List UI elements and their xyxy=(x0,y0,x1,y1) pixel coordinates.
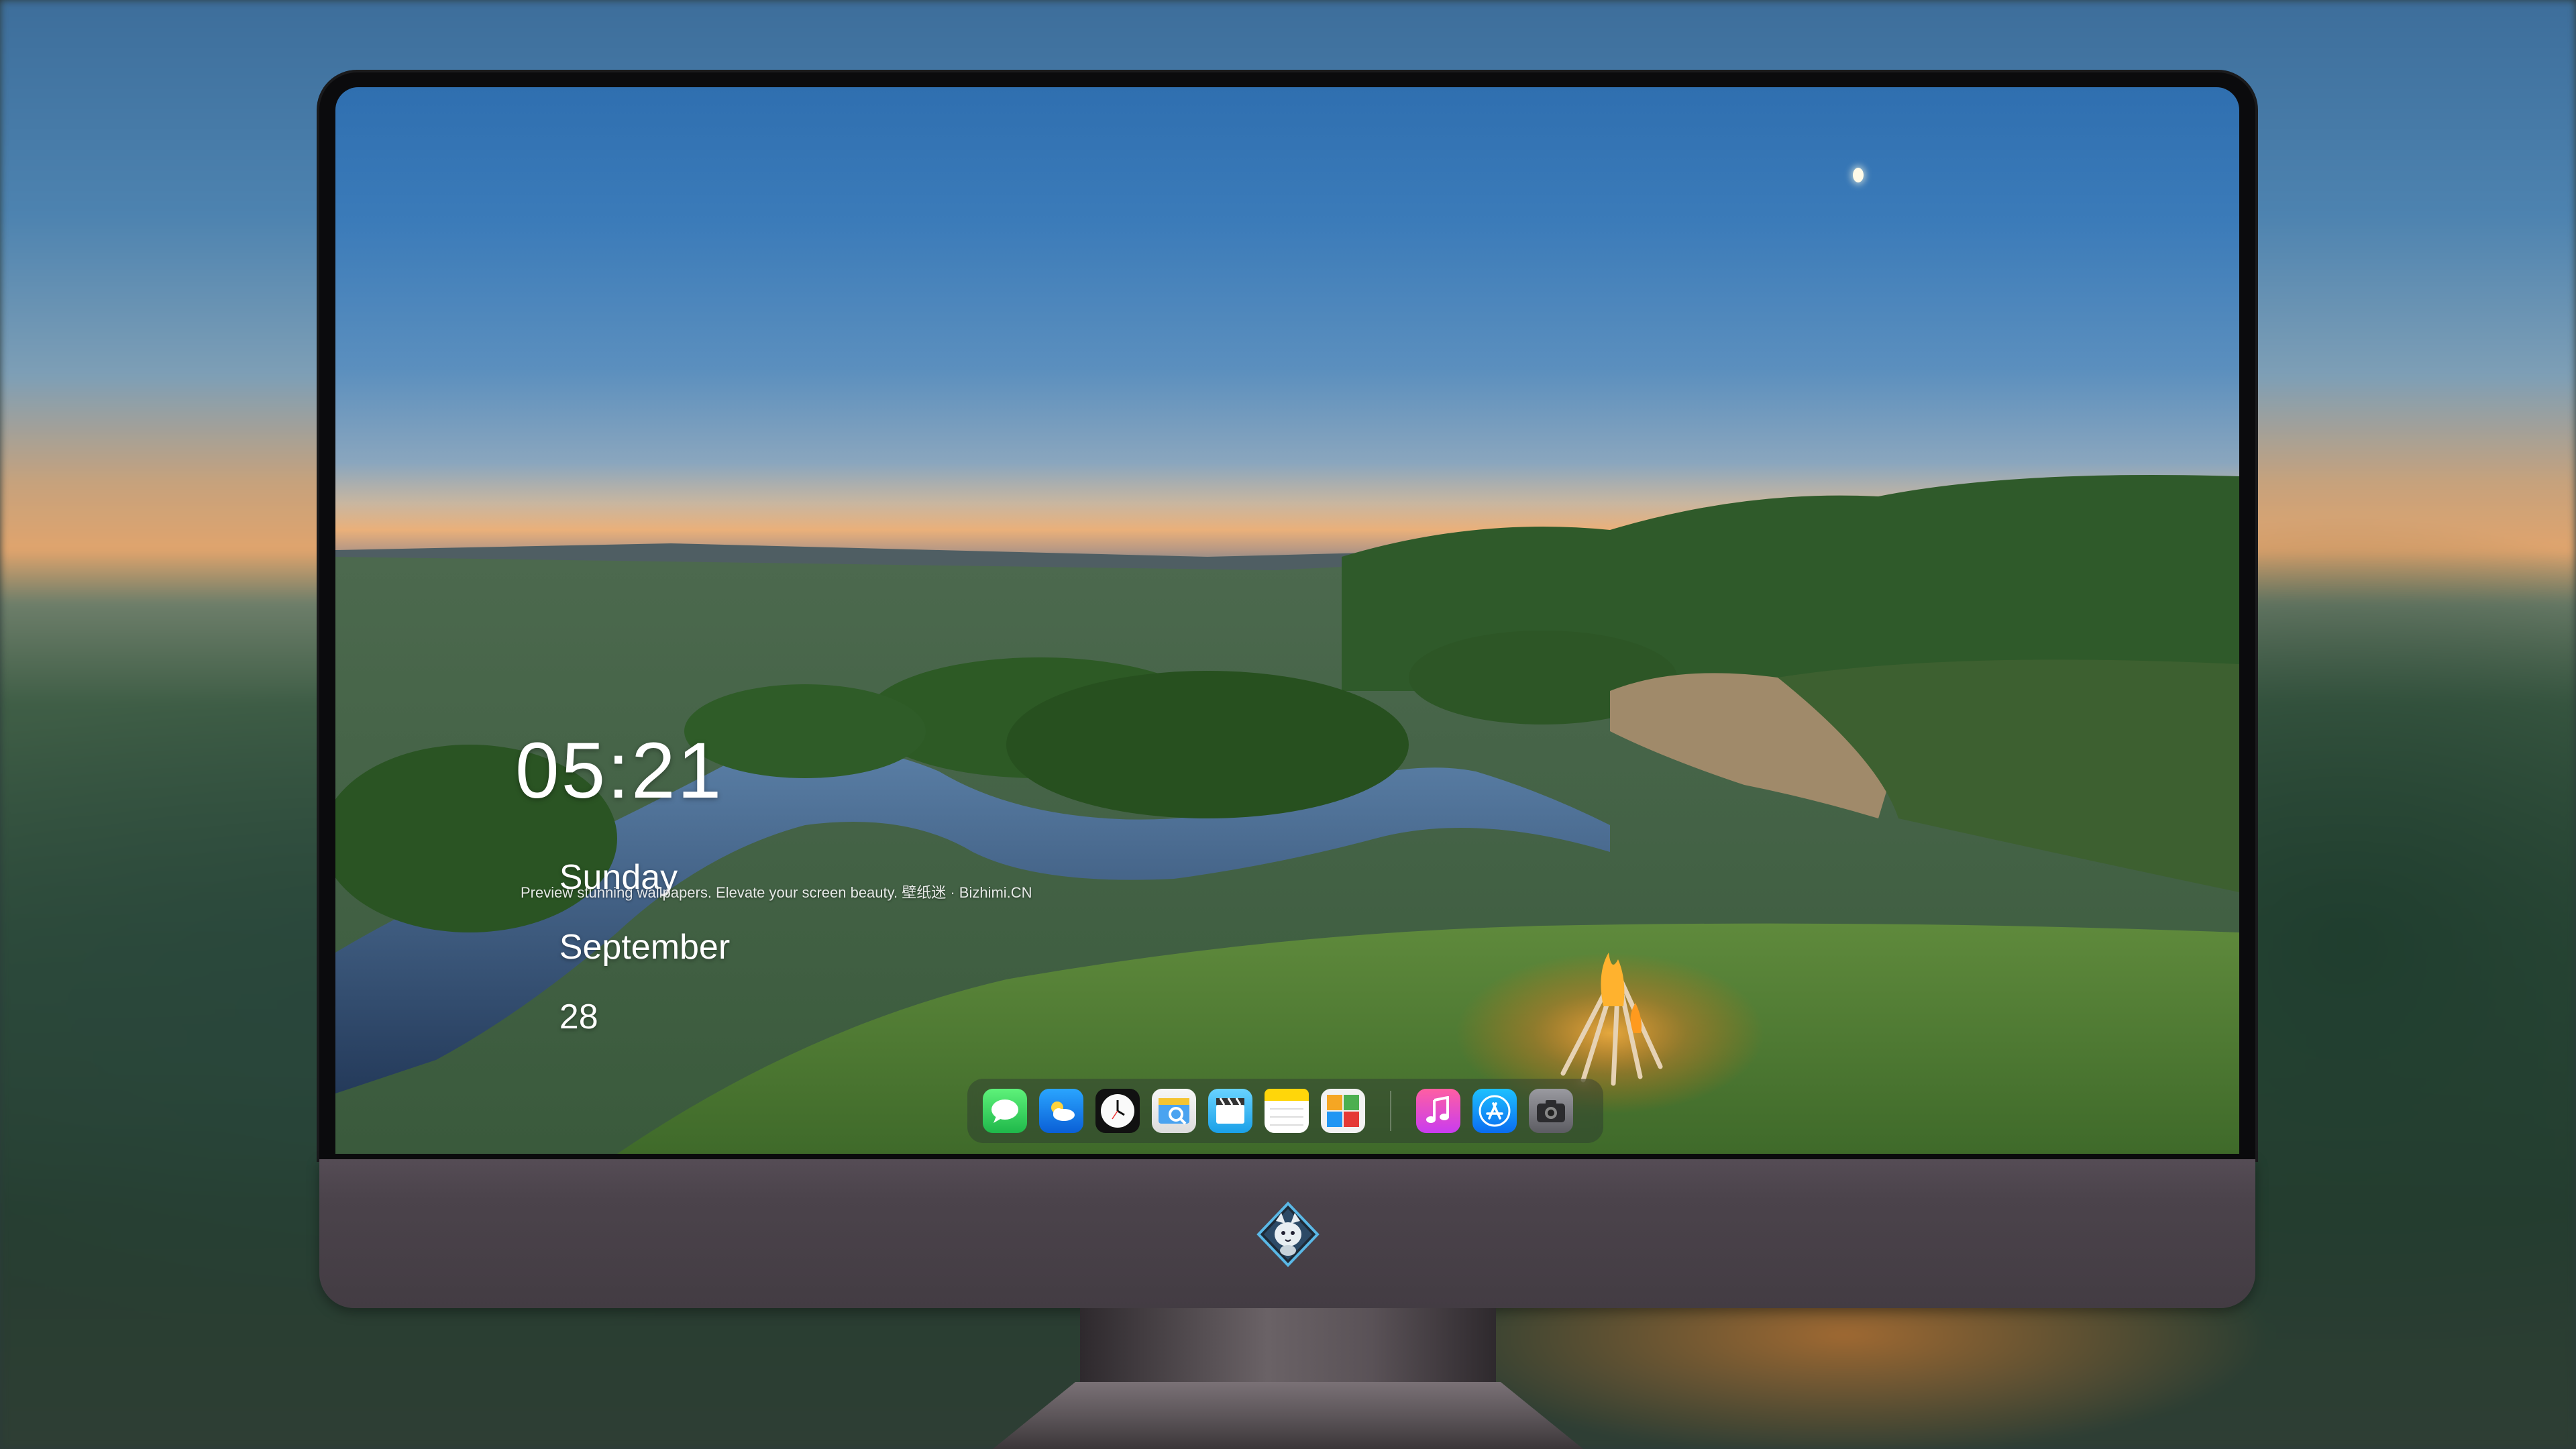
wallpaper-tagline: Preview stunning wallpapers. Elevate you… xyxy=(521,884,1032,901)
dock-separator xyxy=(1390,1091,1391,1131)
lock-screen-clock: 05:21 xyxy=(515,727,724,815)
photo-booth-icon[interactable] xyxy=(1321,1089,1365,1133)
dock xyxy=(967,1079,1603,1143)
messages-icon[interactable] xyxy=(983,1089,1027,1133)
camera-icon[interactable] xyxy=(1529,1089,1573,1133)
screen: 05:21 Sunday September 28 Preview stunni… xyxy=(335,87,2239,1154)
preview-icon[interactable] xyxy=(1152,1089,1196,1133)
app-store-icon[interactable] xyxy=(1472,1089,1517,1133)
lock-screen-date: Sunday September 28 xyxy=(521,825,730,1069)
clock-icon[interactable] xyxy=(1095,1089,1140,1133)
clips-icon[interactable] xyxy=(1208,1089,1252,1133)
fox-mascot-logo xyxy=(1256,1201,1320,1267)
notes-icon[interactable] xyxy=(1265,1089,1309,1133)
month-label: September xyxy=(559,928,731,967)
music-icon[interactable] xyxy=(1416,1089,1460,1133)
monitor-stand-base xyxy=(993,1382,1583,1449)
weather-icon[interactable] xyxy=(1039,1089,1083,1133)
day-label: 28 xyxy=(559,998,598,1036)
